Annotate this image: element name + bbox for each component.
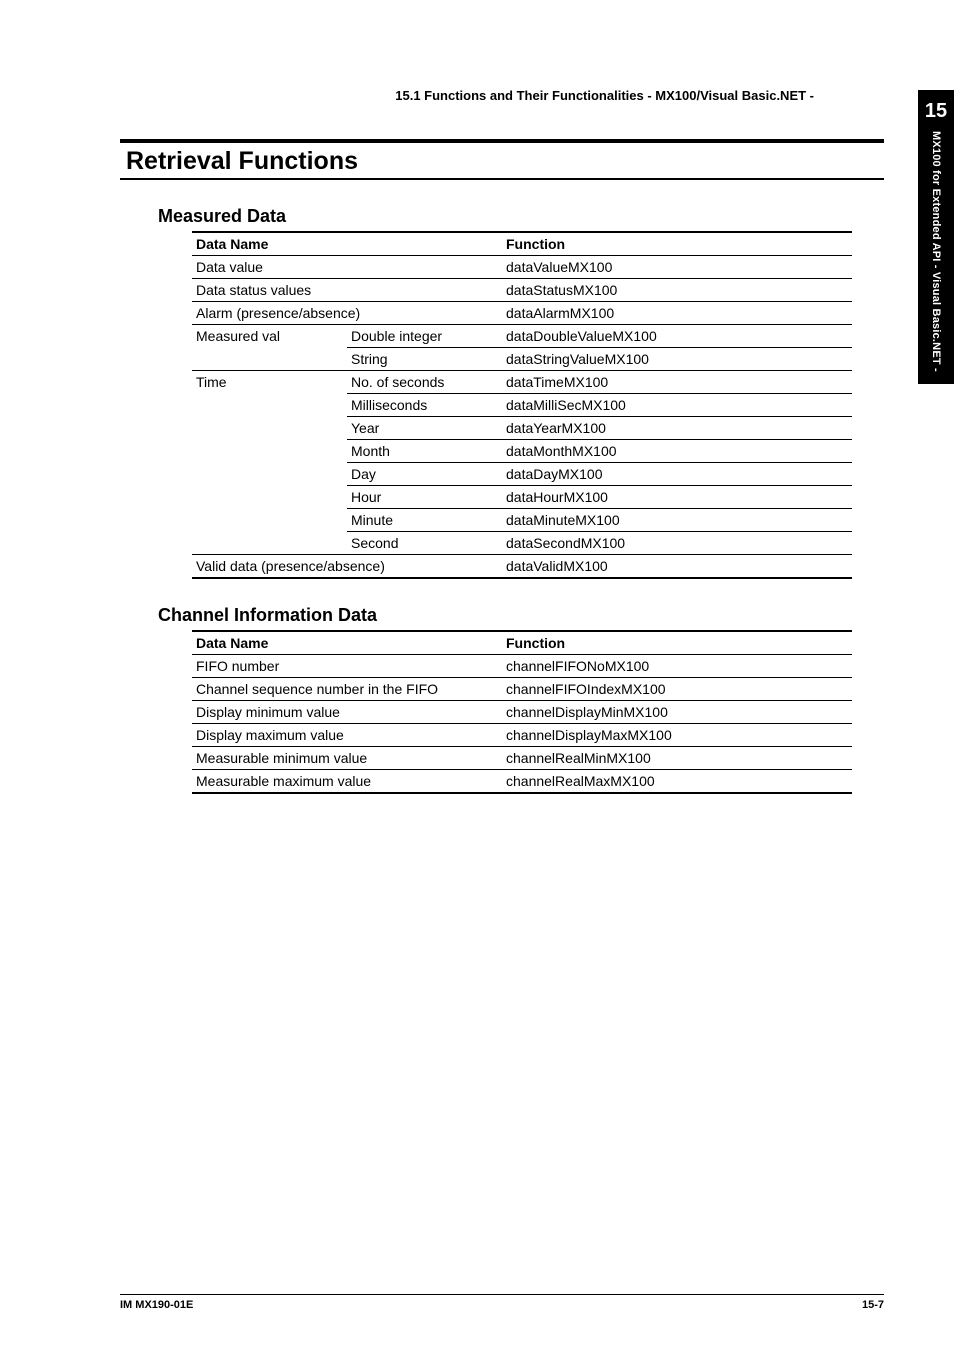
- table-row: MillisecondsdataMilliSecMX100: [192, 394, 852, 417]
- cell-function: dataDayMX100: [502, 463, 852, 486]
- cell-function: dataStatusMX100: [502, 279, 852, 302]
- table-row: HourdataHourMX100: [192, 486, 852, 509]
- col-header-data-name: Data Name: [192, 631, 502, 655]
- cell-function: dataSecondMX100: [502, 532, 852, 555]
- cell-data-name: Display minimum value: [192, 701, 502, 724]
- footer-doc-id: IM MX190-01E: [120, 1299, 193, 1311]
- page-title: Retrieval Functions: [120, 143, 884, 178]
- subsection-channel-info: Channel Information Data: [158, 605, 884, 626]
- cell-data-name: Measured val: [192, 325, 347, 348]
- cell-function: dataValueMX100: [502, 256, 852, 279]
- cell-function: dataValidMX100: [502, 555, 852, 579]
- table-row: MinutedataMinuteMX100: [192, 509, 852, 532]
- cell-sub: Milliseconds: [347, 394, 502, 417]
- cell-data-name: [192, 440, 347, 463]
- cell-data-name: [192, 394, 347, 417]
- table-row: StringdataStringValueMX100: [192, 348, 852, 371]
- cell-sub: Hour: [347, 486, 502, 509]
- cell-sub: String: [347, 348, 502, 371]
- cell-data-name: FIFO number: [192, 655, 502, 678]
- cell-function: dataTimeMX100: [502, 371, 852, 394]
- cell-function: dataMilliSecMX100: [502, 394, 852, 417]
- cell-function: channelRealMinMX100: [502, 747, 852, 770]
- table-row: MonthdataMonthMX100: [192, 440, 852, 463]
- cell-function: channelFIFOIndexMX100: [502, 678, 852, 701]
- col-header-function: Function: [502, 631, 852, 655]
- section-heading-block: Retrieval Functions: [120, 139, 884, 180]
- cell-data-name: [192, 417, 347, 440]
- cell-function: dataYearMX100: [502, 417, 852, 440]
- cell-sub: Year: [347, 417, 502, 440]
- table-row: Alarm (presence/absence)dataAlarmMX100: [192, 302, 852, 325]
- cell-sub: Day: [347, 463, 502, 486]
- cell-sub: Second: [347, 532, 502, 555]
- cell-data-name: [192, 532, 347, 555]
- subsection-measured-data: Measured Data: [158, 206, 884, 227]
- cell-data-name: Measurable minimum value: [192, 747, 502, 770]
- table-row: Data status valuesdataStatusMX100: [192, 279, 852, 302]
- cell-data-name: Data value: [192, 256, 502, 279]
- cell-function: channelDisplayMaxMX100: [502, 724, 852, 747]
- cell-data-name: Time: [192, 371, 347, 394]
- cell-function: dataAlarmMX100: [502, 302, 852, 325]
- table-row: Display maximum valuechannelDisplayMaxMX…: [192, 724, 852, 747]
- cell-function: dataMonthMX100: [502, 440, 852, 463]
- table-row: Display minimum valuechannelDisplayMinMX…: [192, 701, 852, 724]
- table-row: Measurable minimum valuechannelRealMinMX…: [192, 747, 852, 770]
- cell-data-name: Channel sequence number in the FIFO: [192, 678, 502, 701]
- table-row: YeardataYearMX100: [192, 417, 852, 440]
- cell-sub: Minute: [347, 509, 502, 532]
- table-row: Measured valDouble integerdataDoubleValu…: [192, 325, 852, 348]
- cell-function: dataHourMX100: [502, 486, 852, 509]
- table-row: DaydataDayMX100: [192, 463, 852, 486]
- cell-data-name: Alarm (presence/absence): [192, 302, 502, 325]
- cell-sub: Double integer: [347, 325, 502, 348]
- cell-data-name: [192, 348, 347, 371]
- cell-data-name: [192, 463, 347, 486]
- running-head: 15.1 Functions and Their Functionalities…: [120, 88, 814, 103]
- col-header-function: Function: [502, 232, 852, 256]
- cell-function: dataDoubleValueMX100: [502, 325, 852, 348]
- cell-data-name: [192, 509, 347, 532]
- table-row: SeconddataSecondMX100: [192, 532, 852, 555]
- table-row: FIFO numberchannelFIFONoMX100: [192, 655, 852, 678]
- cell-data-name: [192, 486, 347, 509]
- table-row: Valid data (presence/absence)dataValidMX…: [192, 555, 852, 579]
- table-row: Measurable maximum valuechannelRealMaxMX…: [192, 770, 852, 794]
- measured-data-table: Data Name Function Data valuedataValueMX…: [192, 231, 852, 579]
- cell-function: dataStringValueMX100: [502, 348, 852, 371]
- table-row: Channel sequence number in the FIFOchann…: [192, 678, 852, 701]
- col-header-data-name: Data Name: [192, 232, 502, 256]
- cell-function: channelRealMaxMX100: [502, 770, 852, 794]
- cell-sub: No. of seconds: [347, 371, 502, 394]
- cell-function: dataMinuteMX100: [502, 509, 852, 532]
- page-footer: IM MX190-01E 15-7: [120, 1294, 884, 1311]
- channel-info-table: Data Name Function FIFO numberchannelFIF…: [192, 630, 852, 794]
- cell-data-name: Display maximum value: [192, 724, 502, 747]
- cell-data-name: Valid data (presence/absence): [192, 555, 502, 579]
- table-row: Data valuedataValueMX100: [192, 256, 852, 279]
- cell-data-name: Measurable maximum value: [192, 770, 502, 794]
- cell-function: channelDisplayMinMX100: [502, 701, 852, 724]
- table-row: TimeNo. of secondsdataTimeMX100: [192, 371, 852, 394]
- footer-page-number: 15-7: [862, 1299, 884, 1311]
- cell-data-name: Data status values: [192, 279, 502, 302]
- cell-sub: Month: [347, 440, 502, 463]
- cell-function: channelFIFONoMX100: [502, 655, 852, 678]
